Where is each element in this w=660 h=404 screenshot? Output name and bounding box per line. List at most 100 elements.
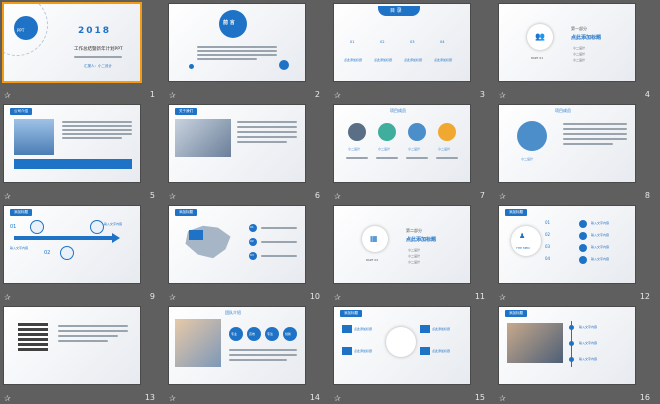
slide-thumbnail-14[interactable]: 团队介绍 专业 高效 专注 创新 (169, 307, 305, 384)
slide-title: 2018 (78, 26, 112, 36)
slide-sorter-grid: PPT 2018 工作总结暨新年计划PPT 汇报人：小二设计 ✰ 1 前 言 ✰… (0, 0, 660, 404)
slide-subtitle: 工作总结暨新年计划PPT (74, 47, 123, 52)
slide-title: 点此添加标题 (406, 237, 437, 243)
slide-title: 项目成员 (390, 108, 406, 113)
slide-number: 11 (474, 292, 485, 301)
slide-thumbnail-16[interactable]: 添加标题 输入文字内容 输入文字内容 输入文字内容 (499, 307, 635, 384)
slide-thumbnail-12[interactable]: 添加标题 THE MEN ♟ 01 02 03 04 输入文字内容 输入文字内容… (499, 206, 635, 283)
slide-number: 2 (314, 90, 320, 99)
star-icon: ✰ (499, 192, 506, 201)
slide-number: 9 (149, 292, 155, 301)
slide-cell-4: 👥 PART 01 第一部分 点此添加标题 小二设计 小二设计 小二设计 ✰ 4 (495, 0, 660, 101)
slide-number: 16 (639, 393, 650, 402)
arrow-head-icon (112, 233, 120, 243)
star-icon: ✰ (334, 91, 341, 100)
slide-cell-3: 目 录 01 02 03 04 点此添加标题 点此添加标题 点此添加标题 点此添… (330, 0, 495, 101)
star-icon: ✰ (499, 91, 506, 100)
star-icon: ✰ (169, 91, 176, 100)
star-icon: ✰ (334, 394, 341, 403)
slide-number: 6 (314, 191, 320, 200)
star-icon: ✰ (4, 293, 11, 302)
star-icon: ✰ (4, 91, 11, 100)
slide-thumbnail-6[interactable]: 关于我们 (169, 105, 305, 182)
slide-number: 7 (479, 191, 485, 200)
business-photo (175, 119, 231, 157)
team-photo (175, 319, 221, 367)
slide-tag: 添加标题 (10, 209, 32, 216)
star-icon: ✰ (334, 192, 341, 201)
star-icon: ✰ (4, 192, 11, 201)
slide-number: 3 (479, 90, 485, 99)
chart-icon: ▦ (370, 234, 378, 243)
work-photo (507, 323, 563, 363)
toc-link[interactable]: 点此添加标题 (374, 58, 392, 62)
slide-tag: 关于我们 (175, 108, 197, 115)
slide-number: 12 (639, 292, 650, 301)
slide-cell-9: 添加标题 输入文字内容 输入文字内容 01 02 ✰ 9 (0, 202, 165, 303)
slide-cell-8: 项目成员 小二设计 ✰ 8 (495, 101, 660, 202)
slide-title: 目 录 (390, 8, 402, 14)
slide-cell-6: 关于我们 ✰ 6 (165, 101, 330, 202)
slide-number: 1 (149, 90, 155, 99)
slide-thumbnail-2[interactable]: 前 言 (169, 4, 305, 81)
slide-cell-13: ✰ 13 (0, 303, 165, 404)
avatar (517, 121, 547, 151)
avatar (438, 123, 456, 141)
team-icon: ♟ (519, 232, 526, 240)
slide-cell-11: ▦ PART 02 第二部分 点此添加标题 小二设计 小二设计 小二设计 ✰ 1… (330, 202, 495, 303)
slide-cell-15: 添加标题 点此添加标题 点此添加标题 点此添加标题 点此添加标题 ✰ 15 (330, 303, 495, 404)
logo-text: PPT (17, 28, 25, 33)
slide-number: 15 (474, 393, 485, 402)
toc-link[interactable]: 点此添加标题 (404, 58, 422, 62)
slide-number: 13 (144, 393, 155, 402)
toc-link[interactable]: 点此添加标题 (344, 58, 362, 62)
star-icon: ✰ (169, 192, 176, 201)
slide-tag: 添加标题 (505, 209, 527, 216)
star-icon: ✰ (334, 293, 341, 302)
slide-number: 8 (644, 191, 650, 200)
slide-cell-16: 添加标题 输入文字内容 输入文字内容 输入文字内容 ✰ 16 (495, 303, 660, 404)
people-icon: 👥 (535, 32, 545, 41)
slide-thumbnail-5[interactable]: 公司介绍 (4, 105, 140, 182)
slide-title: 项目成员 (555, 108, 571, 113)
slide-thumbnail-4[interactable]: 👥 PART 01 第一部分 点此添加标题 小二设计 小二设计 小二设计 (499, 4, 635, 81)
slide-thumbnail-1[interactable]: PPT 2018 工作总结暨新年计划PPT 汇报人：小二设计 (4, 4, 140, 81)
slide-cell-7: 项目成员 小二设计 小二设计 小二设计 小二设计 ✰ 7 (330, 101, 495, 202)
toc-link[interactable]: 点此添加标题 (434, 58, 452, 62)
slide-tag: 公司介绍 (10, 108, 32, 115)
slide-number: 5 (149, 191, 155, 200)
avatar (408, 123, 426, 141)
slide-number: 14 (309, 393, 320, 402)
building-photo (14, 119, 54, 155)
slide-thumbnail-15[interactable]: 添加标题 点此添加标题 点此添加标题 点此添加标题 点此添加标题 (334, 307, 470, 384)
slide-thumbnail-10[interactable]: 添加标题 01 02 03 (169, 206, 305, 283)
slide-cell-14: 团队介绍 专业 高效 专注 创新 ✰ 14 (165, 303, 330, 404)
star-icon: ✰ (499, 293, 506, 302)
slide-title: 前 言 (223, 20, 235, 26)
text-line (74, 56, 122, 58)
slide-thumbnail-8[interactable]: 项目成员 小二设计 (499, 105, 635, 182)
slide-number: 4 (644, 90, 650, 99)
slide-cell-12: 添加标题 THE MEN ♟ 01 02 03 04 输入文字内容 输入文字内容… (495, 202, 660, 303)
presenter: 汇报人：小二设计 (84, 64, 112, 68)
slide-thumbnail-13[interactable] (4, 307, 140, 384)
avatar (378, 123, 396, 141)
slide-title: 点此添加标题 (571, 35, 602, 41)
star-icon: ✰ (169, 293, 176, 302)
arrow-bar (14, 236, 114, 240)
slide-cell-1: PPT 2018 工作总结暨新年计划PPT 汇报人：小二设计 ✰ 1 (0, 0, 165, 101)
slide-cell-10: 添加标题 01 02 03 ✰ 10 (165, 202, 330, 303)
slide-tag: 添加标题 (175, 209, 197, 216)
slide-number: 10 (309, 292, 320, 301)
slide-thumbnail-11[interactable]: ▦ PART 02 第二部分 点此添加标题 小二设计 小二设计 小二设计 (334, 206, 470, 283)
slide-thumbnail-9[interactable]: 添加标题 输入文字内容 输入文字内容 01 02 (4, 206, 140, 283)
slide-cell-2: 前 言 ✰ 2 (165, 0, 330, 101)
star-icon: ✰ (499, 394, 506, 403)
slide-tag: 添加标题 (505, 310, 527, 317)
star-icon: ✰ (4, 394, 11, 403)
slide-tag: 添加标题 (340, 310, 362, 317)
slide-thumbnail-7[interactable]: 项目成员 小二设计 小二设计 小二设计 小二设计 (334, 105, 470, 182)
slide-thumbnail-3[interactable]: 目 录 01 02 03 04 点此添加标题 点此添加标题 点此添加标题 点此添… (334, 4, 470, 81)
qr-code (18, 321, 48, 351)
star-icon: ✰ (169, 394, 176, 403)
